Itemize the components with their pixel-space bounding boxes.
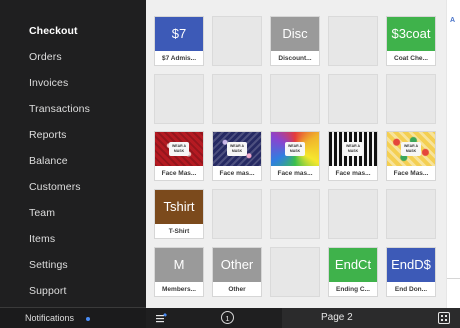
sidebar-item-checkout[interactable]: Checkout — [29, 25, 78, 37]
sidebar-item-settings[interactable]: Settings — [29, 259, 68, 271]
tile-ending-count[interactable]: EndCt Ending C... — [328, 247, 378, 297]
tile-end-donation[interactable]: EndD$ End Don... — [386, 247, 436, 297]
tile-coat-check[interactable]: $3coat Coat Che... — [386, 16, 436, 66]
tile-thumbnail: EndD$ — [387, 248, 435, 282]
mask-print-badge: WEAR A MASK — [227, 142, 247, 156]
sidebar-item-invoices[interactable]: Invoices — [29, 77, 68, 89]
tile-thumbnail-pattern: WEAR A MASK — [155, 132, 203, 166]
tile-face-mask-red[interactable]: WEAR A MASK Face Mas... — [154, 131, 204, 181]
tile-thumbnail-text: Disc — [282, 26, 308, 41]
grid-view-icon[interactable] — [438, 312, 450, 324]
mask-print-badge: WEAR A MASK — [343, 142, 363, 156]
sidebar-item-customers[interactable]: Customers — [29, 181, 81, 193]
tile-label: Other — [228, 286, 246, 293]
tile-thumbnail: $7 — [155, 17, 203, 51]
bottom-toolbar: 1 Page 2 — [146, 308, 460, 328]
sidebar-item-team[interactable]: Team — [29, 207, 55, 219]
tile-label: Face Mas... — [161, 170, 197, 177]
empty-tile[interactable] — [328, 189, 378, 239]
tile-admission[interactable]: $7 $7 Admis... — [154, 16, 204, 66]
tile-thumbnail: M — [155, 248, 203, 282]
page-one-button[interactable]: 1 — [221, 311, 234, 324]
tile-thumbnail-text: EndD$ — [391, 257, 431, 272]
tile-discount[interactable]: Disc Discount... — [270, 16, 320, 66]
tile-membership[interactable]: M Members... — [154, 247, 204, 297]
tile-label: Face mas... — [219, 170, 255, 177]
right-panel-letter: A — [450, 17, 456, 24]
right-panel-edge: A — [446, 0, 460, 308]
tile-thumbnail: Other — [213, 248, 261, 282]
sidebar-item-items[interactable]: Items — [29, 233, 55, 245]
empty-tile[interactable] — [154, 74, 204, 124]
tile-thumbnail: EndCt — [329, 248, 377, 282]
empty-tile[interactable] — [386, 189, 436, 239]
empty-tile[interactable] — [386, 74, 436, 124]
tile-thumbnail-text: $3coat — [391, 26, 431, 41]
tile-thumbnail-text: Other — [220, 257, 254, 272]
divider — [447, 278, 460, 279]
empty-tile[interactable] — [328, 74, 378, 124]
empty-tile[interactable] — [328, 16, 378, 66]
tile-thumbnail: Tshirt — [155, 190, 203, 224]
empty-tile[interactable] — [270, 247, 320, 297]
empty-tile[interactable] — [212, 189, 262, 239]
tile-label: Face mas... — [277, 170, 313, 177]
tile-thumbnail-text: M — [173, 257, 185, 272]
mask-print-badge: WEAR A MASK — [401, 142, 421, 156]
tile-face-mask-black-white[interactable]: WEAR A MASK Face mas... — [328, 131, 378, 181]
tile-face-mask-tie-dye[interactable]: WEAR A MASK Face mas... — [270, 131, 320, 181]
page-two-tab[interactable]: Page 2 — [321, 312, 353, 323]
tile-label: Ending C... — [336, 286, 370, 293]
tile-label: Face mas... — [335, 170, 371, 177]
tile-thumbnail-pattern: WEAR A MASK — [329, 132, 377, 166]
tile-other[interactable]: Other Other — [212, 247, 262, 297]
tile-thumbnail-text: EndCt — [334, 257, 372, 272]
item-grid: $7 $7 Admis... Disc Discount... $3coat C… — [146, 0, 446, 308]
notification-dot-icon — [86, 317, 90, 321]
empty-tile[interactable] — [212, 16, 262, 66]
empty-tile[interactable] — [270, 74, 320, 124]
tile-face-mask-navy[interactable]: WEAR A MASK Face mas... — [212, 131, 262, 181]
mask-print-badge: WEAR A MASK — [285, 142, 305, 156]
tile-label: Discount... — [278, 55, 312, 62]
sidebar-item-support[interactable]: Support — [29, 285, 66, 297]
tile-face-mask-tacos[interactable]: WEAR A MASK Face Mas... — [386, 131, 436, 181]
tile-label: Coat Che... — [394, 55, 428, 62]
tile-thumbnail-pattern: WEAR A MASK — [387, 132, 435, 166]
tile-thumbnail-pattern: WEAR A MASK — [271, 132, 319, 166]
empty-tile[interactable] — [212, 74, 262, 124]
sidebar-item-reports[interactable]: Reports — [29, 129, 66, 141]
tile-thumbnail-text: $7 — [171, 26, 187, 41]
mask-print-badge: WEAR A MASK — [169, 142, 189, 156]
tile-thumbnail-pattern: WEAR A MASK — [213, 132, 261, 166]
notifications-link[interactable]: Notifications — [25, 313, 74, 323]
tile-label: End Don... — [394, 286, 428, 293]
tile-thumbnail: Disc — [271, 17, 319, 51]
sidebar-item-transactions[interactable]: Transactions — [29, 103, 90, 115]
tile-label: Face Mas... — [393, 170, 429, 177]
sidebar-item-orders[interactable]: Orders — [29, 51, 62, 63]
tile-label: Members... — [162, 286, 196, 293]
tile-label: $7 Admis... — [161, 55, 197, 62]
tile-thumbnail-text: Tshirt — [163, 199, 195, 214]
empty-tile[interactable] — [270, 189, 320, 239]
menu-edit-icon[interactable] — [156, 312, 168, 324]
sidebar-footer: Notifications — [0, 307, 146, 328]
tile-tshirt[interactable]: Tshirt T-Shirt — [154, 189, 204, 239]
sidebar: Checkout Orders Invoices Transactions Re… — [0, 0, 146, 328]
tile-thumbnail: $3coat — [387, 17, 435, 51]
sidebar-item-balance[interactable]: Balance — [29, 155, 68, 167]
tile-label: T-Shirt — [168, 228, 190, 235]
